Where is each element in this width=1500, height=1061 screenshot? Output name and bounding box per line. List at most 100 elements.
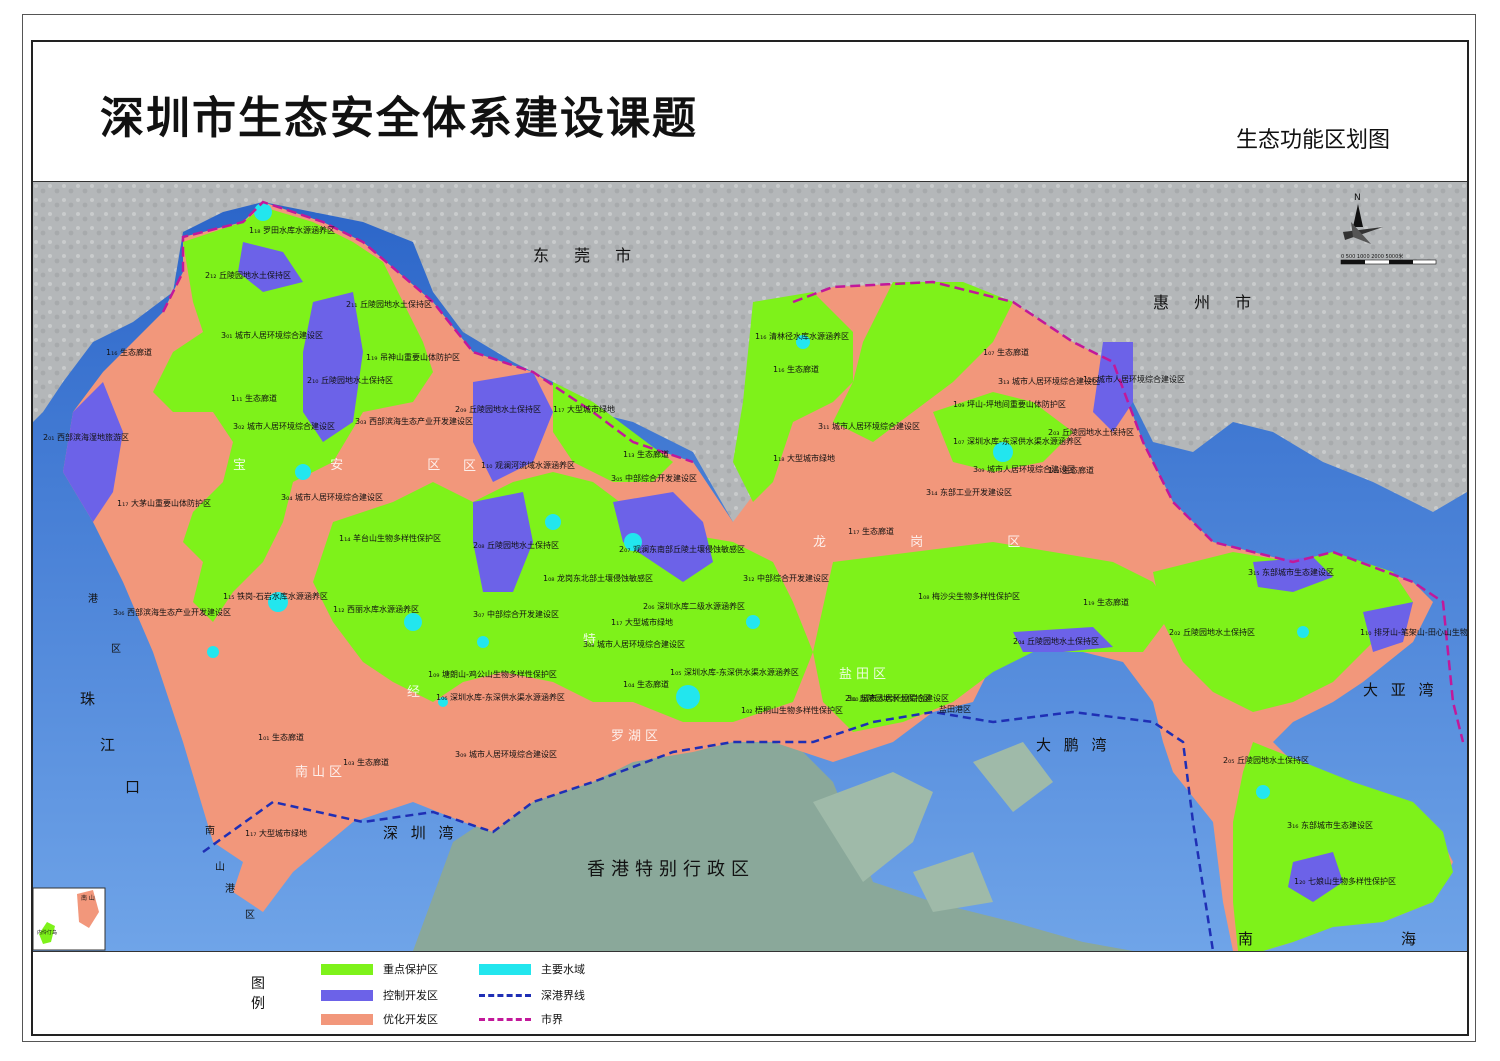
zone-label: 3₁₂ 中部综合开发建设区 [743, 573, 829, 583]
zone-label: 1₁₇ 生态廊道 [848, 526, 894, 536]
zone-label: 3₁₁ 城市人居环境综合建设区 [818, 421, 920, 431]
zone-label: 1₁₇ 大型城市绿地 [245, 828, 307, 838]
label-nanshan-port-1: 南 [205, 824, 215, 837]
zone-label: 1₁₉ 生态廊道 [1083, 597, 1129, 607]
zone-label: 1₁₀ 观澜河流域水源涵养区 [481, 460, 575, 470]
zone-label: 1₁₈ 大型城市绿地 [773, 453, 835, 463]
zone-label: 1₀₇ 深圳水库-东深供水渠水源涵养区 [953, 436, 1082, 446]
zone-label: 1₁₈ 罗田水库水源涵养区 [249, 225, 335, 235]
zone-label: 1₀₂ 梧桐山生物多样性保护区 [741, 705, 843, 715]
zone-label: 1₁₃ 生态廊道 [623, 449, 669, 459]
label-baoan: 宝 安 区 [233, 458, 480, 473]
label-nanshan-port-2: 山 [215, 861, 225, 873]
legend-item-key-protection: 重点保护区 [321, 961, 438, 977]
swatch-water [479, 963, 531, 975]
zone-label: 1₁₉ 吊神山重要山体防护区 [366, 352, 460, 362]
label-port-west-2: 区 [111, 643, 121, 655]
label-yantian: 盐田区 [839, 667, 890, 682]
svg-text:N: N [1354, 193, 1361, 203]
zone-label: 1₀₁ 生态廊道 [258, 732, 304, 742]
zone-label: 2₀₄ 丘陵园地水土保持区 [1013, 636, 1099, 646]
label-port-west: 港 [88, 593, 98, 605]
zone-label: 3₀₆ 西部滨海生态产业开发建设区 [113, 607, 231, 617]
zone-label: 2₀₂ 丘陵园地水土保持区 [1169, 627, 1255, 637]
zone-label: 1₀₆ 深圳水库-东深供水渠水源涵养区 [436, 692, 565, 702]
zone-label: 3₁₅ 东部城市生态建设区 [1248, 567, 1334, 577]
legend-title: 图 例 [251, 976, 265, 1012]
label-futian-3: 区 [463, 459, 480, 474]
svg-text:0 500 1000 2000 5000米: 0 500 1000 2000 5000米 [1341, 253, 1403, 260]
label-nanshan-port-3: 港 [225, 883, 235, 895]
svg-text:南 山: 南 山 [81, 894, 95, 902]
label-shenzhen-bay: 深 圳 湾 [383, 824, 458, 842]
label-south-sea-1: 南 [1238, 930, 1257, 948]
label-south-sea-2: 海 [1401, 930, 1420, 948]
zone-label: 2₁₁ 丘陵园地水土保持区 [346, 299, 432, 309]
swatch-city-boundary [479, 1017, 531, 1021]
zone-label: 3₀₃ 西部滨海生态产业开发建设区 [355, 416, 473, 426]
legend-item-optimized-development: 优化开发区 [321, 1011, 438, 1027]
label-nanshan-port-4: 区 [245, 909, 255, 921]
zone-label: 1₁₇ 大型城市绿地 [611, 617, 673, 627]
zone-label: 2₀₁ 丘陵园地水土保持区 [845, 693, 931, 703]
zone-label: 3₀₉ 城市人居环境综合建设区 [455, 749, 557, 759]
zone-label: 1₁₅ 铁岗-石岩水库水源涵养区 [223, 591, 328, 601]
zone-label: 1₁₆ 生态廊道 [106, 347, 152, 357]
zone-label: 2₀₃ 丘陵园地水土保持区 [1048, 427, 1134, 437]
zone-label: 2₀₇ 观澜东南部丘陵土壤侵蚀敏感区 [619, 544, 745, 554]
zone-label: 2₁₀ 丘陵园地水土保持区 [307, 375, 393, 385]
zone-label: 3₁₄ 东部工业开发建设区 [926, 487, 1012, 497]
label-daya-bay: 大 亚 湾 [1363, 681, 1438, 699]
zone-label: 1₀₃ 生态廊道 [343, 757, 389, 767]
legend-item-city-boundary: 市界 [479, 1011, 563, 1027]
label-yantian-port: 盐田港区 [939, 704, 971, 714]
label-longgang: 龙 岗 区 [813, 535, 1060, 550]
legend-item-water: 主要水域 [479, 961, 585, 977]
zone-label: 3₀₄ 城市人居环境综合建设区 [281, 492, 383, 502]
zone-label: 2₁₂ 丘陵园地水土保持区 [205, 270, 291, 280]
map-subtitle: 生态功能区划图 [1236, 128, 1391, 153]
swatch-controlled-development [321, 989, 373, 1001]
zone-label: 1₀₇ 生态廊道 [983, 347, 1029, 357]
legend-item-sz-hk-boundary: 深港界线 [479, 987, 585, 1003]
page-title: 深圳市生态安全体系建设课题 [100, 93, 698, 144]
zone-label: 3₀₂ 城市人居环境综合建设区 [233, 421, 335, 431]
label-pearl-1: 珠 [80, 690, 99, 708]
zone-label: 3₀₅ 中部综合开发建设区 [611, 473, 697, 483]
zone-label: 1₂₀ 七娘山生物多样性保护区 [1294, 876, 1396, 886]
inset-map: 南 山 内伶仃岛 [33, 887, 106, 951]
zone-label: 1₁₇ 大茅山重要山体防护区 [117, 498, 211, 508]
zone-label: 3₀₇ 中部综合开发建设区 [473, 609, 559, 619]
zone-label: 1₀₄ 生态廊道 [623, 679, 669, 689]
label-hongkong: 香港特别行政区 [587, 859, 755, 880]
zone-label: 3₀₁ 城市人居环境综合建设区 [221, 330, 323, 340]
zone-label: 1₁₆ 清林径水库水源涵养区 [755, 331, 849, 341]
zone-label: 1₁₁ 生态廊道 [231, 393, 277, 403]
label-pearl-2: 江 [100, 736, 119, 754]
zone-label: 1₁₄ 羊台山生物多样性保护区 [339, 533, 441, 543]
label-luohu: 罗湖区 [611, 729, 662, 744]
zone-label: 3₀₉ 城市人居环境综合建设区 [973, 464, 1075, 474]
zone-label: 1₁₇ 大型城市绿地 [553, 404, 615, 414]
zone-label: 1₁₂ 西丽水库水源涵养区 [333, 604, 419, 614]
label-dongguan: 东 莞 市 [533, 246, 641, 265]
swatch-key-protection [321, 963, 373, 975]
zone-label: 2₀₈ 丘陵园地水土保持区 [473, 540, 559, 550]
zone-label: 1₀₅ 深圳水库-东深供水渠水源涵养区 [670, 667, 799, 677]
zone-label: 1₁₀ 排牙山-笔架山-田心山生物多样性保护区 [1360, 627, 1467, 637]
label-pearl-3: 口 [125, 778, 144, 796]
zone-label: 2₀₅ 丘陵园地水土保持区 [1223, 755, 1309, 765]
zone-label: 3₁₆ 东部城市生态建设区 [1287, 820, 1373, 830]
label-huizhou: 惠 州 市 [1153, 293, 1261, 312]
swatch-optimized-development [321, 1013, 373, 1025]
zone-label: 1₀₈ 龙岗东北部土壤侵蚀敏感区 [543, 573, 653, 583]
zone-label: 1₁₈ 城市人居环境综合建设区 [1083, 374, 1185, 384]
zone-label: 1₁₆ 生态廊道 [773, 364, 819, 374]
map-canvas: 东 莞 市 惠 州 市 香港特别行政区 深 圳 湾 大 鹏 湾 大 亚 湾 南 … [33, 182, 1467, 951]
label-futian-1: 经 [407, 685, 424, 700]
zone-label: 2₀₉ 丘陵园地水土保持区 [455, 404, 541, 414]
label-nanshan: 南山区 [295, 764, 346, 780]
svg-text:内伶仃岛: 内伶仃岛 [37, 929, 57, 936]
zoning-map[interactable]: 东 莞 市 惠 州 市 香港特别行政区 深 圳 湾 大 鹏 湾 大 亚 湾 南 … [33, 181, 1467, 952]
zone-label: 1₀₉ 坪山-坪地间重要山体防护区 [953, 399, 1066, 409]
